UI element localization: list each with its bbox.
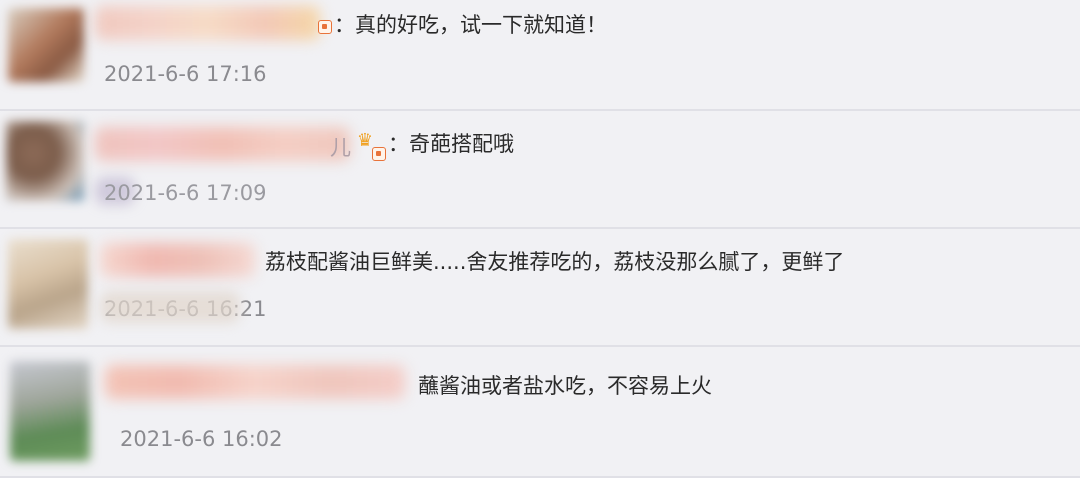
- comment-text: 荔枝配酱油巨鲜美.....舍友推荐吃的，荔枝没那么腻了，更鲜了: [265, 250, 845, 274]
- avatar[interactable]: [8, 239, 88, 329]
- comment-timestamp: 2021-6-6 17:16: [104, 62, 267, 86]
- username-blurred[interactable]: [100, 243, 255, 277]
- username-blurred[interactable]: [95, 127, 350, 161]
- comment-timestamp: 2021-6-6 16:02: [120, 427, 283, 451]
- comment-item: 荔枝配酱油巨鲜美.....舍友推荐吃的，荔枝没那么腻了，更鲜了 2021-6-6…: [0, 229, 1080, 347]
- username-blurred[interactable]: [105, 365, 405, 399]
- comment-item: ：真的好吃，试一下就知道！ 2021-6-6 17:16: [0, 0, 1080, 111]
- comment-timestamp: 2021-6-6 17:09: [104, 181, 267, 205]
- blur-smudge: [100, 291, 240, 323]
- comment-item: 蘸酱油或者盐水吃，不容易上火 2021-6-6 16:02: [0, 347, 1080, 478]
- avatar[interactable]: [10, 361, 90, 461]
- avatar[interactable]: [6, 121, 84, 201]
- comment-list: ：真的好吃，试一下就知道！ 2021-6-6 17:16 儿 ♛ ：奇葩搭配哦 …: [0, 0, 1080, 478]
- comment-item: 儿 ♛ ：奇葩搭配哦 2021-6-6 17:09: [0, 111, 1080, 229]
- comment-text: ：奇葩搭配哦: [388, 132, 514, 156]
- comment-text: 蘸酱油或者盐水吃，不容易上火: [418, 374, 712, 398]
- username-fragment[interactable]: 儿: [330, 133, 351, 163]
- username-blurred[interactable]: [95, 6, 320, 40]
- member-badge-icon: [318, 20, 332, 34]
- member-badge-icon: [372, 147, 386, 161]
- comment-text: ：真的好吃，试一下就知道！: [334, 13, 607, 37]
- avatar[interactable]: [8, 8, 84, 82]
